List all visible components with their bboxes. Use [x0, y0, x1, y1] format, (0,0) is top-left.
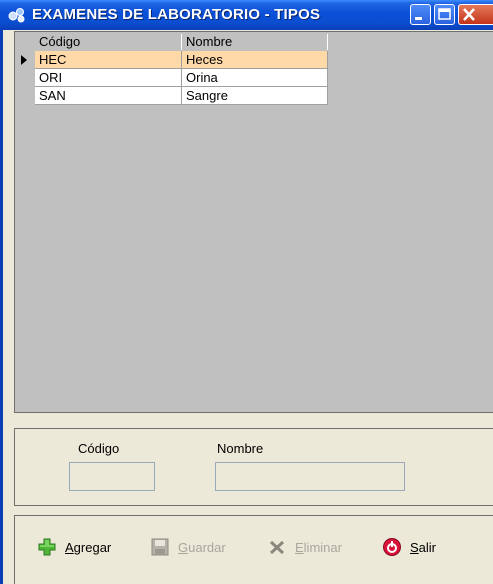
cell-codigo[interactable]: ORI	[35, 69, 182, 87]
close-button[interactable]	[458, 4, 493, 25]
agregar-label: gregar	[73, 539, 112, 555]
add-icon	[38, 538, 56, 556]
action-bar: Agregar Guardar Eliminar Salir	[14, 515, 493, 584]
window-body: Código Nombre HEC Heces ORI Orina SAN Sa…	[0, 30, 493, 584]
guardar-button[interactable]: Guardar	[150, 536, 226, 558]
minimize-icon	[415, 17, 422, 20]
agregar-button[interactable]: Agregar	[37, 536, 111, 558]
salir-label: alir	[418, 539, 437, 555]
salir-mnemonic: S	[410, 539, 419, 555]
title-bar[interactable]: EXAMENES DE LABORATORIO - TIPOS	[0, 0, 493, 30]
column-header-codigo[interactable]: Código	[35, 34, 182, 50]
agregar-mnemonic: A	[65, 539, 74, 555]
eliminar-label: liminar	[303, 539, 342, 555]
nombre-label: Nombre	[217, 441, 264, 456]
guardar-label: uardar	[188, 539, 226, 555]
table-row[interactable]: SAN Sangre	[15, 87, 328, 105]
close-icon	[463, 8, 475, 21]
maximize-icon	[438, 8, 451, 20]
eliminar-button[interactable]: Eliminar	[267, 536, 342, 558]
types-grid[interactable]: Código Nombre HEC Heces ORI Orina SAN Sa…	[14, 31, 493, 413]
table-row[interactable]: HEC Heces	[15, 51, 328, 69]
maximize-button[interactable]	[434, 4, 455, 25]
edit-group: Código Nombre	[14, 428, 493, 506]
table-row[interactable]: ORI Orina	[15, 69, 328, 87]
exit-power-icon	[383, 538, 401, 556]
codigo-field[interactable]	[69, 462, 155, 491]
grid-header: Código Nombre	[15, 34, 493, 50]
codigo-label: Código	[78, 441, 120, 456]
guardar-mnemonic: G	[178, 539, 189, 555]
save-icon	[151, 538, 169, 556]
cell-codigo[interactable]: SAN	[35, 87, 182, 105]
salir-button[interactable]: Salir	[382, 536, 436, 558]
window-title: EXAMENES DE LABORATORIO - TIPOS	[32, 6, 321, 23]
app-icon	[8, 8, 25, 23]
column-header-nombre[interactable]: Nombre	[182, 34, 328, 50]
current-row-arrow-icon	[21, 55, 27, 65]
cell-nombre[interactable]: Heces	[182, 51, 328, 69]
row-selector[interactable]	[15, 51, 35, 69]
row-selector[interactable]	[15, 87, 35, 105]
minimize-button[interactable]	[410, 4, 431, 25]
nombre-field[interactable]	[215, 462, 405, 491]
cell-nombre[interactable]: Orina	[182, 69, 328, 87]
cell-codigo[interactable]: HEC	[35, 51, 182, 69]
eliminar-mnemonic: E	[295, 539, 304, 555]
cell-nombre[interactable]: Sangre	[182, 87, 328, 105]
row-selector[interactable]	[15, 69, 35, 87]
delete-x-icon	[269, 540, 285, 555]
